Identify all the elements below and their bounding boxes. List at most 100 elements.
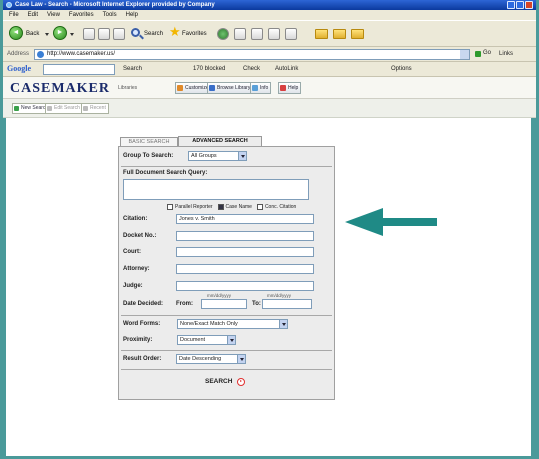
chevron-down-icon: [45, 33, 49, 36]
google-logo[interactable]: Google: [7, 64, 31, 73]
title-bar: Case Law - Search - Microsoft Internet E…: [3, 0, 536, 10]
favorites-label: Favorites: [182, 31, 207, 37]
word-forms-label: Word Forms:: [123, 321, 161, 327]
menu-edit[interactable]: Edit: [28, 10, 38, 20]
from-date-input[interactable]: [201, 299, 247, 309]
go-button[interactable]: Go: [475, 50, 491, 57]
nav-browse-library[interactable]: Browse Library: [207, 82, 254, 94]
back-button[interactable]: ◄ Back: [7, 21, 51, 47]
chevron-down-icon[interactable]: [460, 50, 469, 59]
links-button[interactable]: Links: [499, 51, 513, 57]
media-icon[interactable]: [217, 28, 229, 40]
nav-info[interactable]: Info: [250, 82, 272, 94]
recent-label: Recent: [90, 105, 106, 111]
menu-file[interactable]: File: [9, 10, 19, 20]
casemaker-header: CASEMAKER Libraries Customize Browse Lib…: [3, 77, 536, 99]
home-icon[interactable]: [113, 28, 125, 40]
ie-icon: [6, 2, 12, 8]
proximity-value: Document: [180, 337, 206, 343]
forward-arrow-icon: ►: [53, 26, 67, 40]
close-button[interactable]: [525, 1, 533, 9]
attorney-input[interactable]: [176, 264, 314, 274]
menu-view[interactable]: View: [47, 10, 60, 20]
folder-icon[interactable]: [333, 29, 346, 39]
case-name-label: Case Name: [225, 204, 252, 210]
search-button[interactable]: Search: [131, 21, 165, 47]
nav-browse-label: Browse Library: [217, 85, 251, 91]
docket-label: Docket No.:: [123, 233, 157, 239]
advanced-search-panel: Group To Search: All Groups Full Documen…: [118, 146, 335, 400]
menu-help[interactable]: Help: [126, 10, 138, 20]
browser-toolbar: ◄ Back ► Search ★ Favorites: [3, 20, 536, 47]
court-label: Court:: [123, 249, 141, 255]
print-icon[interactable]: [268, 28, 280, 40]
history-icon[interactable]: [234, 28, 246, 40]
result-order-select[interactable]: Date Descending: [176, 354, 246, 364]
arrow-shape: [345, 208, 437, 236]
library-icon: [209, 85, 215, 91]
search-submit-button[interactable]: SEARCH: [205, 378, 232, 385]
recent-button[interactable]: Recent: [81, 103, 109, 114]
stop-icon[interactable]: [83, 28, 95, 40]
autolink-button[interactable]: AutoLink: [275, 66, 298, 72]
docket-input[interactable]: [176, 231, 314, 241]
nav-help-label: Help: [288, 85, 299, 91]
divider: [121, 166, 332, 167]
nav-help[interactable]: Help: [278, 82, 302, 94]
popup-blocker[interactable]: 170 blocked: [193, 66, 225, 72]
google-toolbar: Google Search 170 blocked Check AutoLink…: [3, 62, 536, 77]
address-bar: Address http://www.casemaker.us/ Go Link…: [3, 47, 536, 62]
folder-icon[interactable]: [351, 29, 364, 39]
to-date-input[interactable]: [262, 299, 312, 309]
google-search-input[interactable]: [43, 64, 115, 75]
go-arrow-icon[interactable]: [237, 378, 245, 386]
to-date-hint: mm/dd/yyyy: [267, 293, 292, 298]
chevron-down-icon: [227, 336, 235, 344]
proximity-select[interactable]: Document: [177, 335, 236, 345]
divider: [121, 369, 332, 370]
address-input[interactable]: http://www.casemaker.us/: [34, 49, 470, 60]
options-button[interactable]: Options: [391, 66, 412, 72]
refresh-icon[interactable]: [98, 28, 110, 40]
back-arrow-icon: ◄: [9, 26, 23, 40]
edit-search-button[interactable]: Edit Search: [45, 103, 83, 114]
mail-icon[interactable]: [251, 28, 263, 40]
from-label: From:: [176, 301, 193, 307]
customize-icon: [177, 85, 183, 91]
group-select[interactable]: All Groups: [188, 151, 247, 161]
proximity-label: Proximity:: [123, 337, 153, 343]
judge-input[interactable]: [176, 281, 314, 291]
google-search-button[interactable]: Search: [123, 66, 142, 72]
maximize-button[interactable]: [516, 1, 524, 9]
query-textarea[interactable]: [123, 179, 309, 200]
info-icon: [252, 85, 258, 91]
citation-input[interactable]: [176, 214, 314, 224]
chevron-down-icon: [238, 152, 246, 160]
search-form: BASIC SEARCH ADVANCED SEARCH Group To Se…: [118, 136, 336, 401]
word-forms-value: None/Exact Match Only: [180, 321, 238, 327]
casemaker-logo[interactable]: CASEMAKER: [10, 81, 110, 96]
folder-icon[interactable]: [315, 29, 328, 39]
case-name-checkbox[interactable]: [217, 204, 224, 210]
judge-label: Judge:: [123, 283, 143, 289]
casemaker-sublabel: Libraries: [118, 85, 138, 91]
page-icon: [37, 51, 44, 58]
check-button[interactable]: Check: [243, 66, 260, 72]
from-date-hint: mm/dd/yyyy: [207, 293, 232, 298]
favorites-button[interactable]: ★ Favorites: [169, 21, 213, 47]
edit-icon[interactable]: [285, 28, 297, 40]
divider: [121, 315, 332, 316]
minimize-button[interactable]: [507, 1, 515, 9]
menu-tools[interactable]: Tools: [103, 10, 117, 20]
forward-button[interactable]: ►: [53, 21, 77, 47]
conc-citation-checkbox[interactable]: [256, 204, 263, 210]
query-label: Full Document Search Query:: [123, 170, 208, 176]
menu-favorites[interactable]: Favorites: [69, 10, 94, 20]
edit-search-label: Edit Search: [54, 105, 80, 111]
callout-arrow-icon: [345, 208, 437, 236]
word-forms-select[interactable]: None/Exact Match Only: [177, 319, 288, 329]
search-icon: [131, 28, 140, 37]
parallel-reporter-checkbox[interactable]: [167, 204, 173, 210]
new-search-icon: [14, 106, 19, 111]
court-input[interactable]: [176, 247, 314, 257]
